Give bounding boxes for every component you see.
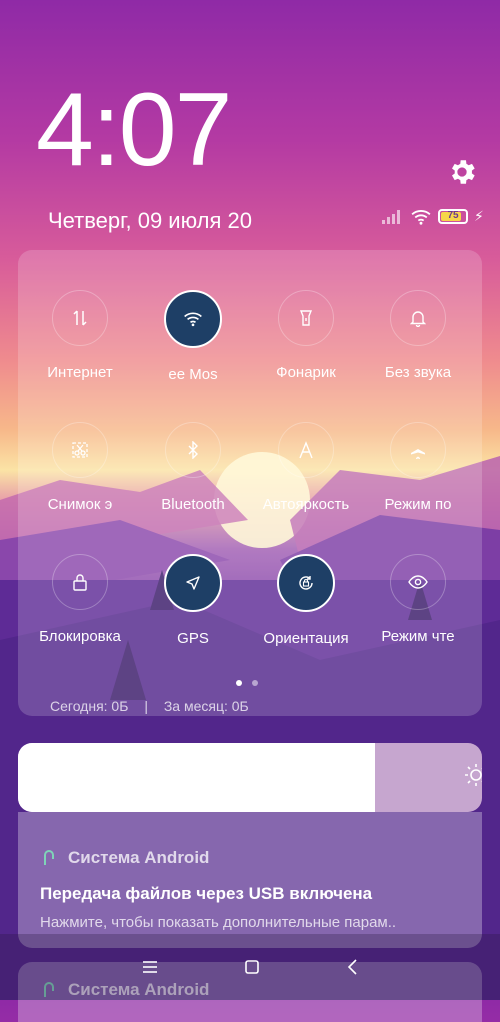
page-dot	[252, 680, 258, 686]
lock-icon	[52, 554, 108, 610]
settings-gear-icon[interactable]	[446, 156, 478, 188]
lockscreen-date: Четверг, 09 июля 20	[48, 208, 252, 233]
brightness-fill	[18, 743, 376, 812]
location-arrow-icon	[164, 554, 222, 612]
tile-label: Блокировка	[39, 628, 121, 645]
battery-level: 75	[447, 210, 459, 221]
usage-today: Сегодня: 0Б	[50, 698, 129, 714]
signal-icon	[382, 209, 400, 224]
lockscreen-clock: 4:07	[36, 72, 232, 188]
home-icon[interactable]	[244, 959, 260, 975]
sun-icon	[465, 764, 482, 786]
tile-label: Автояркость	[262, 496, 350, 513]
wifi-status-icon	[411, 209, 431, 225]
tile-label: Режим по	[384, 496, 452, 513]
tile-label: Снимок э	[47, 496, 113, 513]
tile-gps[interactable]: GPS	[137, 554, 249, 650]
charging-bolt-icon: ⚡	[474, 208, 484, 224]
battery-icon: 75	[438, 209, 468, 224]
navigation-bar	[0, 934, 500, 1000]
tile-bluetooth[interactable]: Bluetooth	[137, 422, 249, 516]
tile-label: Интернет	[47, 364, 113, 381]
tile-flashlight[interactable]: Фонарик	[250, 290, 362, 384]
auto-brightness-icon	[278, 422, 334, 478]
notification-usb[interactable]: Система Android Передача файлов через US…	[18, 812, 482, 948]
status-bar: 75 ⚡	[382, 208, 484, 225]
tile-auto-brightness[interactable]: Автояркость	[250, 422, 362, 516]
rotation-lock-icon	[277, 554, 335, 612]
airplane-icon	[390, 422, 446, 478]
tile-silent[interactable]: Без звука	[362, 290, 474, 384]
notification-app-name: Система Android	[68, 848, 210, 867]
tile-orientation[interactable]: Ориентация	[250, 554, 362, 650]
usage-separator: |	[144, 698, 148, 714]
tile-label: Ориентация	[263, 630, 349, 647]
eye-icon	[390, 554, 446, 610]
usage-month: За месяц: 0Б	[163, 698, 249, 714]
tile-label: Bluetooth	[161, 496, 225, 513]
tile-label: Без звука	[384, 364, 452, 381]
data-usage: Сегодня: 0Б | За месяц: 0Б	[50, 698, 261, 714]
bluetooth-icon	[165, 422, 221, 478]
page-dot	[236, 680, 242, 686]
tile-label: Режим чте	[381, 628, 455, 645]
screenshot-scissors-icon	[52, 422, 108, 478]
android-icon	[44, 850, 54, 865]
tile-internet[interactable]: Интернет	[24, 290, 136, 384]
tile-screenshot[interactable]: Снимок э	[24, 422, 136, 516]
notification-app: Система Android	[40, 848, 209, 868]
back-icon[interactable]	[346, 959, 358, 975]
notification-title: Передача файлов через USB включена	[40, 884, 373, 903]
page-indicator	[236, 680, 258, 686]
tile-label: GPS	[177, 630, 209, 647]
tile-reading-mode[interactable]: Режим чте	[362, 554, 474, 648]
tile-airplane[interactable]: Режим по	[362, 422, 474, 516]
tile-lock[interactable]: Блокировка	[24, 554, 136, 648]
brightness-slider[interactable]	[18, 743, 482, 812]
data-transfer-icon	[52, 290, 108, 346]
menu-icon[interactable]	[142, 960, 158, 974]
tile-label: ee Mos	[168, 366, 218, 383]
bell-icon	[390, 290, 446, 346]
tile-wifi[interactable]: ee Mos	[137, 290, 249, 386]
notification-body: Нажмите, чтобы показать дополнительные п…	[40, 914, 397, 931]
flashlight-icon	[278, 290, 334, 346]
tile-label: Фонарик	[276, 364, 336, 381]
wifi-icon	[164, 290, 222, 348]
